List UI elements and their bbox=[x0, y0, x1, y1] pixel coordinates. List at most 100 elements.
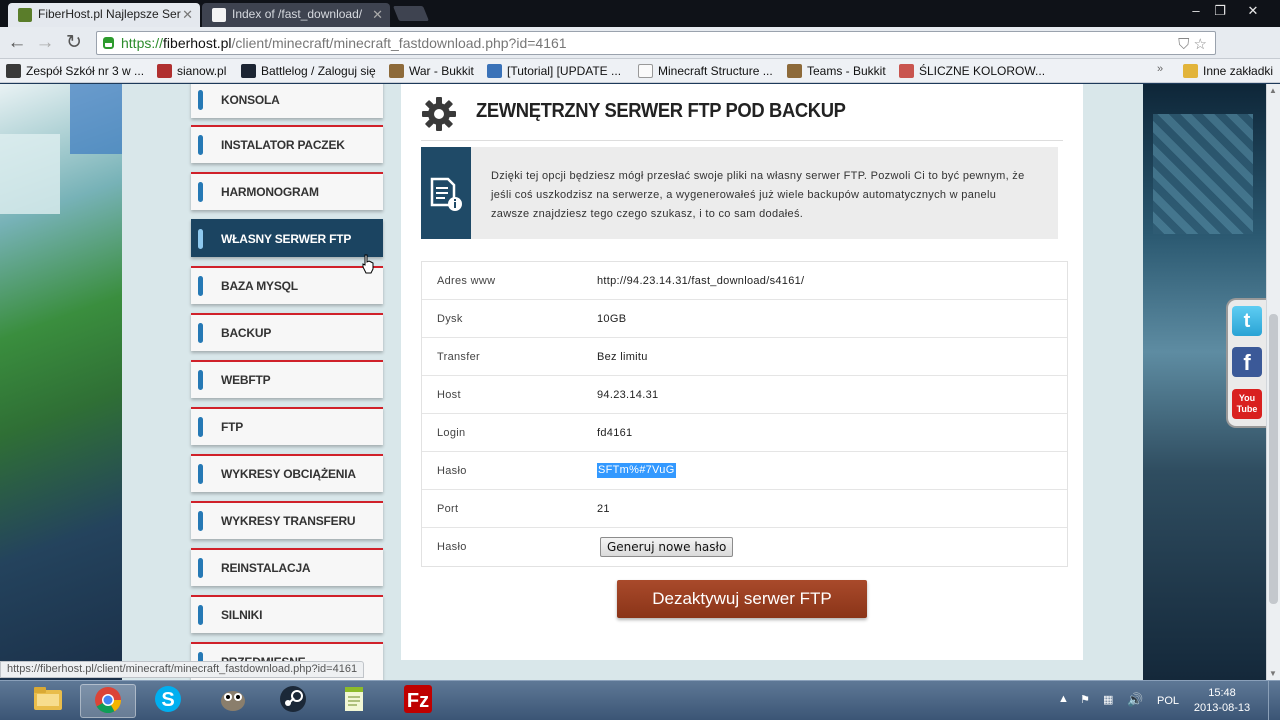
sidebar-item-wykresy-obciazenia[interactable]: WYKRESY OBCIĄŻENIA bbox=[191, 454, 383, 492]
svg-text:S: S bbox=[161, 689, 174, 711]
url-host: fiberhost.pl bbox=[163, 35, 232, 51]
folder-icon bbox=[1183, 64, 1198, 78]
taskbar-gimp[interactable] bbox=[205, 684, 261, 718]
more-bookmarks-icon[interactable]: » bbox=[1157, 63, 1163, 75]
info-text: Dzięki tej opcji będziesz mógł przesłać … bbox=[491, 170, 1025, 220]
sidebar-item-harmonogram[interactable]: HARMONOGRAM bbox=[191, 172, 383, 210]
close-tab-icon[interactable]: ✕ bbox=[182, 7, 193, 23]
chrome-icon bbox=[95, 687, 122, 714]
facebook-icon[interactable]: f bbox=[1232, 347, 1262, 377]
clock[interactable]: 15:48 2013-08-13 bbox=[1190, 686, 1254, 716]
sidebar-item-backup[interactable]: BACKUP bbox=[191, 313, 383, 351]
fiberhost-favicon-icon bbox=[18, 8, 32, 22]
page-title: ZEWNĘTRZNY SERWER FTP POD BACKUP bbox=[476, 100, 846, 122]
taskbar-steam[interactable] bbox=[265, 684, 321, 718]
sidebar-item-reinstalacja[interactable]: REINSTALACJA bbox=[191, 548, 383, 586]
bookmark-icon bbox=[6, 64, 21, 78]
tab-title: FiberHost.pl Najlepsze Ser bbox=[38, 7, 181, 21]
twitter-icon[interactable]: t bbox=[1232, 306, 1262, 336]
row-value: 10GB bbox=[597, 313, 627, 325]
sidebar-item-instalator-paczek[interactable]: INSTALATOR PACZEK bbox=[191, 125, 383, 163]
tray-volume-icon[interactable]: 🔊 bbox=[1127, 692, 1143, 708]
close-tab-icon[interactable]: ✕ bbox=[372, 7, 383, 23]
shield-icon[interactable]: ⛉ bbox=[1178, 36, 1189, 53]
scrollbar-thumb[interactable] bbox=[1269, 314, 1278, 604]
row-value: http://94.23.14.31/fast_download/s4161/ bbox=[597, 275, 805, 287]
deactivate-ftp-button[interactable]: Dezaktywuj serwer FTP bbox=[617, 580, 867, 618]
notepad-icon bbox=[345, 687, 363, 711]
language-indicator[interactable]: POL bbox=[1157, 695, 1179, 707]
sidebar-item-konsola[interactable]: KONSOLA bbox=[191, 84, 383, 118]
tab-index-of[interactable]: Index of /fast_download/ ✕ bbox=[202, 3, 390, 27]
table-row: Login fd4161 bbox=[422, 414, 1067, 452]
tab-fiberhost[interactable]: FiberHost.pl Najlepsze Ser ✕ bbox=[8, 3, 200, 27]
taskbar-explorer[interactable] bbox=[20, 684, 76, 718]
youtube-icon[interactable]: You Tube bbox=[1232, 389, 1262, 419]
bookmark-item[interactable]: Minecraft Structure ... bbox=[638, 62, 773, 80]
taskbar: S Fz ▲ ⚑ ▦ 🔊 POL 15:48 2013-08-13 bbox=[0, 680, 1280, 720]
table-row: Hasło Generuj nowe hasło bbox=[422, 528, 1067, 566]
scroll-up-icon[interactable]: ▲ bbox=[1269, 86, 1277, 95]
page-icon bbox=[212, 8, 226, 22]
table-row: Host 94.23.14.31 bbox=[422, 376, 1067, 414]
info-box: Dzięki tej opcji będziesz mógł przesłać … bbox=[421, 147, 1058, 239]
sidebar-item-baza-mysql[interactable]: BAZA MYSQL bbox=[191, 266, 383, 304]
scroll-down-icon[interactable]: ▼ bbox=[1269, 669, 1277, 678]
generate-password-button[interactable]: Generuj nowe hasło bbox=[600, 537, 734, 557]
pill-icon bbox=[198, 135, 203, 155]
minimize-icon[interactable]: – bbox=[1183, 2, 1209, 20]
tray-expand-icon[interactable]: ▲ bbox=[1058, 693, 1069, 705]
row-label: Transfer bbox=[437, 351, 480, 363]
bookmark-item[interactable]: ŚLICZNE KOLOROW... bbox=[899, 62, 1045, 80]
address-bar[interactable]: https://fiberhost.pl/client/minecraft/mi… bbox=[96, 31, 1216, 55]
row-label: Hasło bbox=[437, 465, 467, 477]
url-path: /client/minecraft/minecraft_fastdownload… bbox=[231, 35, 567, 51]
sidebar-item-wykresy-transferu[interactable]: WYKRESY TRANSFERU bbox=[191, 501, 383, 539]
password-value-selected[interactable]: SFTm%#7VuG bbox=[597, 463, 676, 478]
taskbar-skype[interactable]: S bbox=[140, 684, 196, 718]
skype-icon: S bbox=[155, 686, 181, 712]
bookmark-item[interactable]: Battlelog / Zaloguj się bbox=[241, 62, 376, 80]
forward-icon[interactable]: → bbox=[34, 32, 56, 54]
row-label: Hasło bbox=[437, 541, 467, 553]
sidebar-item-silniki[interactable]: SILNIKI bbox=[191, 595, 383, 633]
restore-icon[interactable]: ❐ bbox=[1207, 2, 1233, 20]
status-bar-url: https://fiberhost.pl/client/minecraft/mi… bbox=[0, 661, 365, 678]
sidebar: KONSOLA INSTALATOR PACZEK HARMONOGRAM WŁ… bbox=[122, 84, 401, 680]
sidebar-item-wlasny-serwer-ftp[interactable]: WŁASNY SERWER FTP bbox=[191, 219, 383, 257]
url-scheme: https:// bbox=[121, 35, 164, 51]
bookmark-item[interactable]: War - Bukkit bbox=[389, 62, 474, 80]
bookmark-item[interactable]: [Tutorial] [UPDATE ... bbox=[487, 62, 621, 80]
pill-icon bbox=[198, 276, 203, 296]
new-tab-button[interactable] bbox=[392, 6, 430, 21]
taskbar-chrome[interactable] bbox=[80, 684, 136, 718]
reload-icon[interactable]: ↻ bbox=[63, 32, 85, 54]
bookmark-item[interactable]: sianow.pl bbox=[157, 62, 226, 80]
close-window-icon[interactable]: ✕ bbox=[1240, 2, 1266, 20]
pill-icon bbox=[198, 511, 203, 531]
sidebar-item-webftp[interactable]: WEBFTP bbox=[191, 360, 383, 398]
bukkit-icon bbox=[787, 64, 802, 78]
tray-network-icon[interactable]: ▦ bbox=[1103, 693, 1113, 706]
bookmark-star-icon[interactable]: ☆ bbox=[1194, 36, 1207, 53]
table-row: Adres www http://94.23.14.31/fast_downloa… bbox=[422, 262, 1067, 300]
row-value: fd4161 bbox=[597, 427, 633, 439]
bookmark-item[interactable]: Zespół Szkół nr 3 w ... bbox=[6, 62, 144, 80]
other-bookmarks[interactable]: Inne zakładki bbox=[1183, 62, 1273, 80]
pill-icon bbox=[198, 464, 203, 484]
table-row: Port 21 bbox=[422, 490, 1067, 528]
bookmarks-bar: Zespół Szkół nr 3 w ... sianow.pl Battle… bbox=[0, 59, 1280, 83]
taskbar-notepad-plus[interactable] bbox=[326, 684, 382, 718]
back-icon[interactable]: ← bbox=[6, 32, 28, 54]
page-scrollbar[interactable]: ▲ ▼ bbox=[1266, 84, 1280, 680]
bookmark-item[interactable]: Teams - Bukkit bbox=[787, 62, 886, 80]
taskbar-filezilla[interactable]: Fz bbox=[390, 684, 446, 718]
tray-flag-icon[interactable]: ⚑ bbox=[1080, 693, 1090, 706]
content-area: KONSOLA INSTALATOR PACZEK HARMONOGRAM WŁ… bbox=[122, 84, 1143, 680]
lock-icon bbox=[103, 37, 114, 49]
web-page: KONSOLA INSTALATOR PACZEK HARMONOGRAM WŁ… bbox=[0, 84, 1280, 680]
clock-date: 2013-08-13 bbox=[1193, 702, 1251, 714]
sidebar-item-ftp[interactable]: FTP bbox=[191, 407, 383, 445]
row-value: 21 bbox=[597, 503, 610, 515]
show-desktop-button[interactable] bbox=[1268, 681, 1280, 720]
